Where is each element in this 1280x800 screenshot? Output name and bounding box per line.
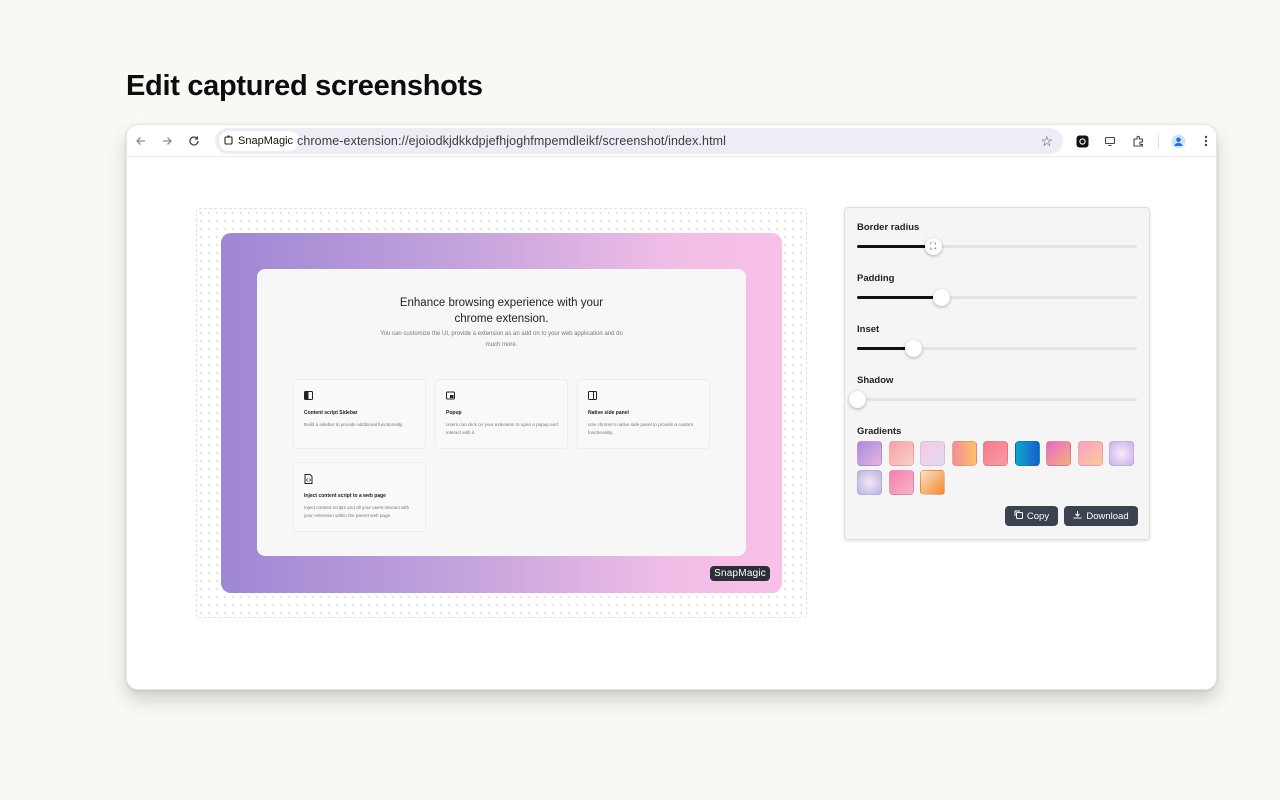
slider-fill xyxy=(857,245,933,248)
feature-title: Popup xyxy=(446,410,462,416)
resize-handle-icon: ⛶ xyxy=(929,241,937,251)
back-icon[interactable] xyxy=(133,133,149,149)
forward-icon[interactable] xyxy=(159,133,175,149)
slider-track xyxy=(857,398,1137,401)
gradient-swatch[interactable] xyxy=(857,441,882,466)
border-radius-label: Border radius xyxy=(857,222,920,233)
browser-toolbar: SnapMagic chrome-extension://ejoiodkjdkk… xyxy=(127,125,1216,157)
preview-title: Enhance browsing experience with your ch… xyxy=(399,297,604,325)
gradient-swatch[interactable] xyxy=(1077,441,1103,466)
controls-panel: Border radius ⛶ Padding Inset Shadow Gra… xyxy=(844,207,1150,540)
border-radius-slider[interactable]: ⛶ xyxy=(857,236,1137,256)
feature-title: Native side panel xyxy=(588,410,629,416)
feature-card: Inject content script to a web page Inje… xyxy=(293,462,426,532)
gradient-swatch[interactable] xyxy=(920,441,945,466)
feature-title: Content script Sidebar xyxy=(304,410,358,416)
extension-puzzle-icon xyxy=(224,135,234,148)
gradient-frame: Enhance browsing experience with your ch… xyxy=(221,233,782,593)
screenshot-canvas: Enhance browsing experience with your ch… xyxy=(196,208,807,618)
address-bar[interactable]: SnapMagic chrome-extension://ejoiodkjdkk… xyxy=(215,128,1063,154)
sidebar-icon xyxy=(304,391,313,400)
gradient-swatch[interactable] xyxy=(1109,441,1134,466)
side-panel-icon xyxy=(588,391,597,400)
feature-desc: Use chrome's native side panel to provid… xyxy=(588,422,694,435)
cast-icon[interactable] xyxy=(1102,133,1118,149)
slider-thumb[interactable]: ⛶ xyxy=(924,238,942,255)
feature-card: Native side panel Use chrome's native si… xyxy=(577,379,710,449)
popup-window-icon xyxy=(446,391,455,400)
copy-button[interactable]: Copy xyxy=(1005,506,1058,526)
feature-desc: Users can click on your extension to ope… xyxy=(446,422,558,435)
copy-icon xyxy=(1014,510,1023,522)
browser-window: SnapMagic chrome-extension://ejoiodkjdkk… xyxy=(126,124,1217,690)
shadow-slider[interactable] xyxy=(849,389,1137,409)
feature-card: Popup Users can click on your extension … xyxy=(435,379,568,449)
slider-thumb[interactable] xyxy=(849,391,866,408)
inset-label: Inset xyxy=(857,324,880,335)
copy-label: Copy xyxy=(1026,510,1050,522)
gradient-swatch[interactable] xyxy=(951,441,977,466)
preview-subtitle: You can customize the UI, provide a exte… xyxy=(380,331,623,348)
gradient-swatch[interactable] xyxy=(888,441,914,466)
url-text[interactable]: chrome-extension://ejoiodkjdkkdpjefhjogh… xyxy=(297,134,726,148)
inset-slider[interactable] xyxy=(857,338,1137,358)
padding-label: Padding xyxy=(857,273,895,284)
more-menu-icon[interactable] xyxy=(1198,133,1214,149)
site-chip-label: SnapMagic xyxy=(238,135,294,147)
page-heading: Edit captured screenshots xyxy=(126,70,483,102)
toolbar-divider xyxy=(1158,133,1159,149)
gradient-swatch[interactable] xyxy=(1014,441,1040,466)
gradients-label: Gradients xyxy=(857,426,902,437)
feature-card: Content script Sidebar Build a sidebar t… xyxy=(293,379,426,449)
download-button[interactable]: Download xyxy=(1064,506,1138,526)
bookmark-star-icon[interactable]: ☆ xyxy=(1040,133,1053,150)
feature-title: Inject content script to a web page xyxy=(304,493,386,499)
script-file-icon xyxy=(304,474,313,484)
slider-fill xyxy=(857,296,941,299)
download-label: Download xyxy=(1086,510,1129,522)
extensions-puzzle-icon[interactable] xyxy=(1130,133,1146,149)
site-chip[interactable]: SnapMagic xyxy=(219,131,300,151)
page-content: Enhance browsing experience with your ch… xyxy=(127,158,1216,689)
profile-avatar-icon[interactable] xyxy=(1170,133,1186,149)
feature-desc: Build a sidebar to provide additional fu… xyxy=(304,422,404,427)
padding-slider[interactable] xyxy=(857,287,1137,307)
gradient-swatch[interactable] xyxy=(888,470,914,495)
reload-icon[interactable] xyxy=(186,133,202,149)
slider-thumb[interactable] xyxy=(933,289,950,306)
snapmagic-extension-icon[interactable] xyxy=(1074,133,1090,149)
feature-desc: Inject content scripts and all your user… xyxy=(304,505,410,518)
slider-thumb[interactable] xyxy=(905,340,922,357)
shadow-label: Shadow xyxy=(857,375,894,386)
gradient-swatch[interactable] xyxy=(1046,441,1071,466)
gradient-swatch[interactable] xyxy=(857,470,882,495)
download-icon xyxy=(1073,510,1082,522)
gradient-swatch[interactable] xyxy=(920,470,945,495)
watermark-badge: SnapMagic xyxy=(710,566,770,581)
captured-screenshot: Enhance browsing experience with your ch… xyxy=(257,269,746,556)
gradient-swatch[interactable] xyxy=(983,441,1008,466)
